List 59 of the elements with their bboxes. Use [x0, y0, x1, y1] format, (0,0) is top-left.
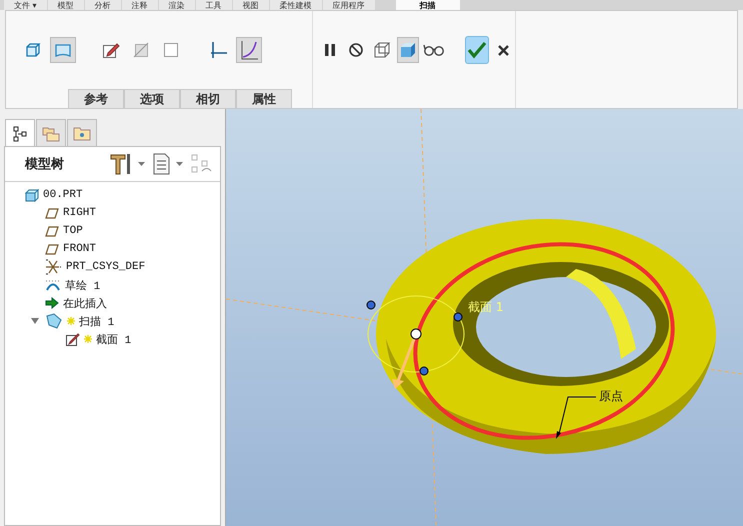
- leader-line: [556, 396, 596, 439]
- menu-tab[interactable]: 工具: [196, 0, 232, 10]
- menu-tab[interactable]: 柔性建模: [270, 0, 322, 10]
- folders-icon: [42, 124, 60, 142]
- panel-title: 模型树: [25, 156, 65, 173]
- tree-item[interactable]: 扫描 1: [79, 314, 114, 328]
- slash-square-icon: [132, 41, 150, 59]
- square-icon: [163, 42, 179, 58]
- sketch-pencil-icon: [102, 41, 120, 59]
- tree-item[interactable]: 截面 1: [96, 332, 132, 346]
- tree-item[interactable]: RIGHT: [63, 207, 96, 219]
- insert-arrow-icon: [45, 297, 59, 309]
- tree-item[interactable]: TOP: [63, 225, 83, 237]
- tree-item[interactable]: 00.PRT: [43, 189, 83, 201]
- tools-dropdown-icon[interactable]: [110, 153, 146, 175]
- surface-icon: [54, 42, 72, 58]
- hidden-tree-icon: [190, 153, 212, 175]
- sketch-arc-icon: [45, 279, 61, 291]
- option-tab[interactable]: 属性: [236, 89, 292, 108]
- tree-item[interactable]: FRONT: [63, 243, 96, 255]
- tree-item[interactable]: 在此插入: [63, 296, 107, 310]
- tree-item[interactable]: PRT_CSYS_DEF: [66, 261, 146, 273]
- coordinate-system-icon: [45, 259, 62, 275]
- menu-tab[interactable]: 分析: [84, 0, 121, 10]
- ok-button[interactable]: [464, 36, 490, 64]
- menu-tab[interactable]: 渲染: [158, 0, 195, 10]
- tree-item[interactable]: 草绘 1: [65, 278, 100, 292]
- option-tab[interactable]: 参考: [68, 89, 124, 108]
- datum-plane-icon: [45, 244, 59, 254]
- close-icon: [498, 44, 510, 56]
- option-tab[interactable]: 相切: [180, 89, 236, 108]
- expanded-triangle-icon[interactable]: [30, 317, 40, 325]
- menu-tab[interactable]: 应用程序: [322, 0, 375, 10]
- glasses-icon: [423, 43, 446, 57]
- no-entry-icon: [348, 42, 364, 58]
- panel-tab[interactable]: [5, 119, 35, 147]
- sketch-pencil-icon: [65, 332, 80, 346]
- menu-tab[interactable]: 模型: [48, 0, 84, 10]
- datum-plane-icon: [45, 226, 59, 236]
- sweep-feature-icon: [45, 313, 63, 329]
- checkmark-icon: [466, 41, 487, 59]
- tool-button[interactable]: [236, 37, 262, 63]
- menu-tab[interactable]: 视图: [232, 0, 269, 10]
- normal-line-icon: [210, 41, 228, 59]
- origin-label: 原点: [599, 388, 623, 405]
- option-tab[interactable]: 选项: [124, 89, 180, 108]
- curve-icon: [239, 40, 259, 60]
- shaded-cube-icon: [398, 41, 417, 59]
- star-folder-icon: [73, 126, 91, 140]
- tree-structure-icon: [13, 126, 27, 142]
- wireframe-icon: [373, 41, 392, 59]
- pause-icon: [324, 43, 336, 57]
- part-cube-icon: [25, 188, 39, 202]
- datum-plane-icon: [45, 208, 59, 218]
- cube-icon: [25, 42, 41, 58]
- list-dropdown-icon[interactable]: [152, 153, 184, 175]
- menu-tab[interactable]: 文件 ▾: [4, 0, 47, 10]
- menu-tab[interactable]: 扫描: [396, 0, 460, 10]
- menu-tab[interactable]: 注释: [122, 0, 158, 10]
